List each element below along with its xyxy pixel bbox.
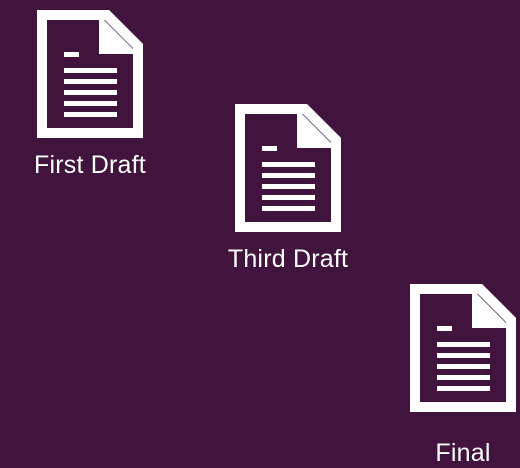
document-icon	[37, 10, 143, 138]
document-icon	[410, 284, 516, 412]
file-third-draft[interactable]: Third Draft	[212, 104, 364, 274]
file-label: First Draft	[34, 151, 146, 179]
file-label: Third Draft	[227, 245, 349, 273]
desktop: First Draft Third Draft Final	[0, 0, 520, 467]
file-final[interactable]: Final	[388, 284, 520, 468]
document-icon	[235, 104, 341, 232]
file-first-draft[interactable]: First Draft	[14, 10, 166, 180]
